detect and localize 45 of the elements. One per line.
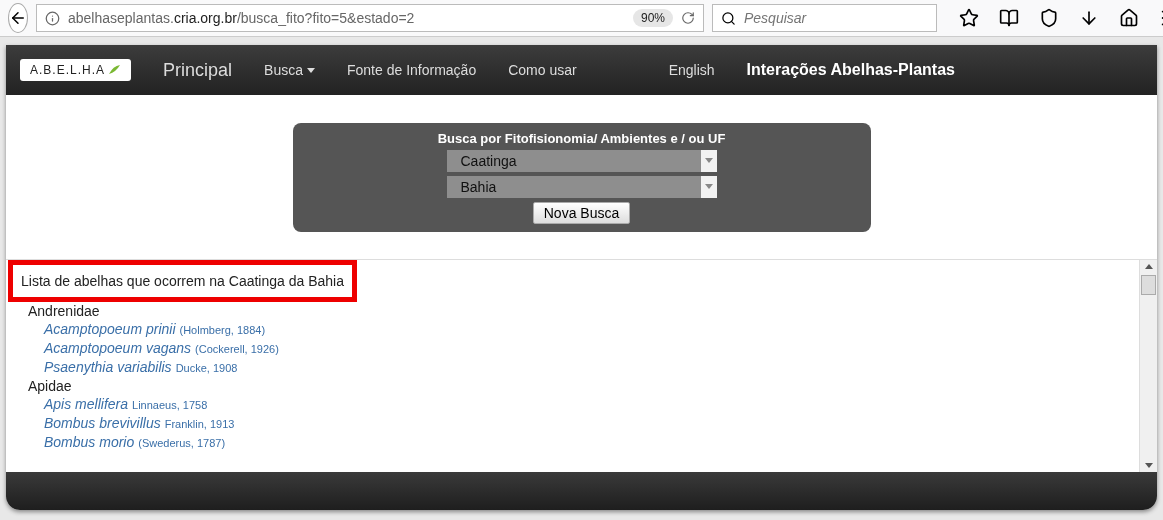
dropdown-select[interactable]: Bahia — [446, 175, 717, 198]
list-heading: Lista de abelhas que ocorrem na Caatinga da Bahia — [8, 260, 357, 302]
species-author: (Holmberg, 1884) — [179, 324, 266, 336]
species-link[interactable]: Acamptopoeum prinii — [44, 321, 176, 337]
scrollbar[interactable] — [1139, 260, 1157, 472]
family-name: Apidae — [27, 377, 73, 395]
species-link[interactable]: Bombus morio — [44, 434, 135, 450]
scroll-up-icon[interactable] — [1144, 264, 1153, 269]
dropdown-select[interactable]: Caatinga — [446, 149, 717, 172]
reload-icon[interactable] — [681, 11, 695, 25]
back-button[interactable] — [8, 3, 28, 33]
search-icon — [721, 10, 736, 26]
species-link[interactable]: Bombus brevivillus — [44, 415, 161, 431]
reading-list-icon[interactable] — [999, 8, 1019, 28]
species-link[interactable]: Acamptopoeum vagans — [44, 340, 192, 356]
species-author: (Cockerell, 1926) — [195, 343, 279, 355]
url-text: abelhaseplantas.cria.org.br/busca_fito?fito=5&estado=2 — [68, 10, 416, 26]
caret-icon — [704, 184, 713, 189]
zoom-level[interactable]: 90% — [632, 9, 673, 27]
panel-title: Busca por Fitofisionomia/ Ambientes e / ou UF — [437, 130, 726, 146]
species-author: Ducke, 1908 — [175, 362, 238, 374]
species-link[interactable]: Psaenythia variabilis — [44, 359, 172, 375]
scrollbar-thumb[interactable] — [1141, 275, 1156, 295]
family-name: Andrenidae — [27, 302, 101, 320]
species-author: Linnaeus, 1758 — [132, 399, 208, 411]
address-bar[interactable]: abelhaseplantas.cria.org.br/busca_fito?fito=5&estado=2 90% — [36, 4, 704, 32]
star-icon[interactable] — [959, 8, 979, 28]
species-link[interactable]: Apis mellifera — [44, 396, 129, 412]
species-author: (Swederus, 1787) — [138, 437, 226, 449]
nav-link[interactable]: English — [668, 62, 715, 78]
scroll-down-icon[interactable] — [1144, 463, 1153, 468]
caret-icon — [704, 158, 713, 163]
species-author: Franklin, 1913 — [164, 418, 235, 430]
leaf-icon — [107, 64, 122, 76]
info-icon[interactable] — [45, 10, 60, 26]
search-box[interactable]: Pesquisar — [712, 4, 937, 32]
nav-link[interactable]: Principal — [163, 59, 233, 81]
caret-icon — [307, 67, 315, 73]
site-title: Interações Abelhas-Plantas — [746, 61, 955, 79]
logo[interactable]: A.B.E.L.H.A — [20, 59, 132, 81]
nav-link[interactable]: Como usar — [508, 62, 577, 78]
home-icon[interactable] — [1119, 8, 1139, 28]
nav-dropdown[interactable]: Busca — [264, 62, 315, 78]
new-search-button[interactable]: Nova Busca — [532, 201, 631, 224]
nav-link[interactable]: Fonte de Informação — [347, 62, 477, 78]
